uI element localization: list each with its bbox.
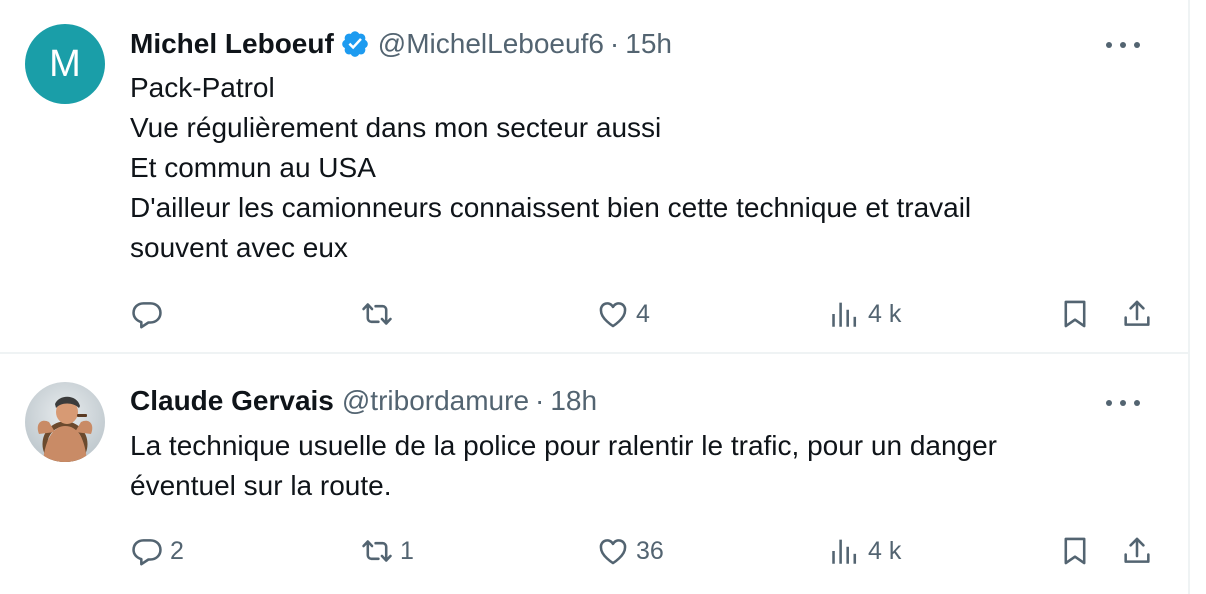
share-button[interactable]	[1120, 294, 1154, 334]
view-count: 4 k	[868, 536, 902, 565]
like-button[interactable]: 4	[596, 294, 650, 334]
reply-icon	[132, 302, 162, 329]
verified-badge-icon	[340, 29, 370, 59]
retweet-button[interactable]	[360, 294, 400, 334]
tweet-text: La technique usuelle de la police pour r…	[130, 426, 1130, 506]
like-count: 36	[636, 536, 664, 565]
separator-dot: ·	[609, 28, 620, 59]
retweet-icon	[362, 540, 392, 562]
heart-icon	[599, 302, 627, 328]
timestamp[interactable]: 15h	[625, 28, 672, 60]
separator-dot: ·	[535, 385, 545, 416]
reply-button[interactable]	[130, 294, 170, 334]
bookmark-icon	[1064, 537, 1086, 565]
tweet[interactable]: M Michel Leboeuf @MichelLeboeuf6 · 15h P…	[0, 0, 1188, 354]
tweet-actions: 2 1 36 4 k	[130, 531, 1160, 571]
bookmark-icon	[1064, 300, 1086, 328]
reply-icon	[132, 539, 162, 566]
views-icon	[832, 539, 857, 564]
more-icon[interactable]	[1106, 396, 1140, 410]
avatar-letter: M	[49, 43, 81, 85]
tweet-text-line: D'ailleur les camionneurs connaissent bi…	[130, 192, 972, 223]
tweet-actions: 4 4 k	[130, 294, 1160, 334]
reply-count: 2	[170, 536, 184, 565]
avatar-image	[25, 382, 105, 462]
share-icon	[1124, 300, 1150, 326]
retweet-count: 1	[400, 536, 414, 565]
tweet-text-line: Vue régulièrement dans mon secteur aussi	[130, 112, 662, 143]
heart-icon	[599, 539, 627, 565]
views-icon	[832, 302, 857, 327]
tweet-header: Michel Leboeuf @MichelLeboeuf6 · 15h	[130, 27, 672, 61]
tweet-text-line: La technique usuelle de la police pour r…	[130, 430, 998, 461]
share-icon	[1124, 537, 1150, 563]
timestamp[interactable]: 18h	[550, 385, 597, 417]
tweet-text: Pack-Patrol Vue régulièrement dans mon s…	[130, 68, 1130, 268]
tweet-text-line: Et commun au USA	[130, 152, 376, 183]
timeline: M Michel Leboeuf @MichelLeboeuf6 · 15h P…	[0, 0, 1190, 594]
like-button[interactable]: 36	[596, 531, 664, 571]
views-button[interactable]: 4 k	[828, 294, 901, 334]
more-icon[interactable]	[1106, 38, 1140, 52]
view-count: 4 k	[868, 299, 902, 328]
like-count: 4	[636, 299, 650, 328]
bookmark-button[interactable]	[1058, 531, 1092, 571]
tweet-header: Claude Gervais @tribordamure · 18h	[130, 384, 597, 418]
author-handle[interactable]: @MichelLeboeuf6	[378, 28, 604, 60]
share-button[interactable]	[1120, 531, 1154, 571]
avatar[interactable]	[25, 382, 105, 462]
avatar[interactable]: M	[25, 24, 105, 104]
tweet-text-line: Pack-Patrol	[130, 72, 275, 103]
tweet-text-line: éventuel sur la route.	[130, 470, 392, 501]
author-handle[interactable]: @tribordamure	[342, 385, 529, 417]
author-name[interactable]: Michel Leboeuf	[130, 28, 334, 60]
tweet[interactable]: Claude Gervais @tribordamure · 18h La te…	[0, 356, 1188, 594]
author-name[interactable]: Claude Gervais	[130, 385, 334, 417]
tweet-text-line: souvent avec eux	[130, 232, 348, 263]
reply-button[interactable]: 2	[130, 531, 184, 571]
bookmark-button[interactable]	[1058, 294, 1092, 334]
views-button[interactable]: 4 k	[828, 531, 901, 571]
retweet-icon	[362, 303, 392, 325]
retweet-button[interactable]: 1	[360, 531, 414, 571]
